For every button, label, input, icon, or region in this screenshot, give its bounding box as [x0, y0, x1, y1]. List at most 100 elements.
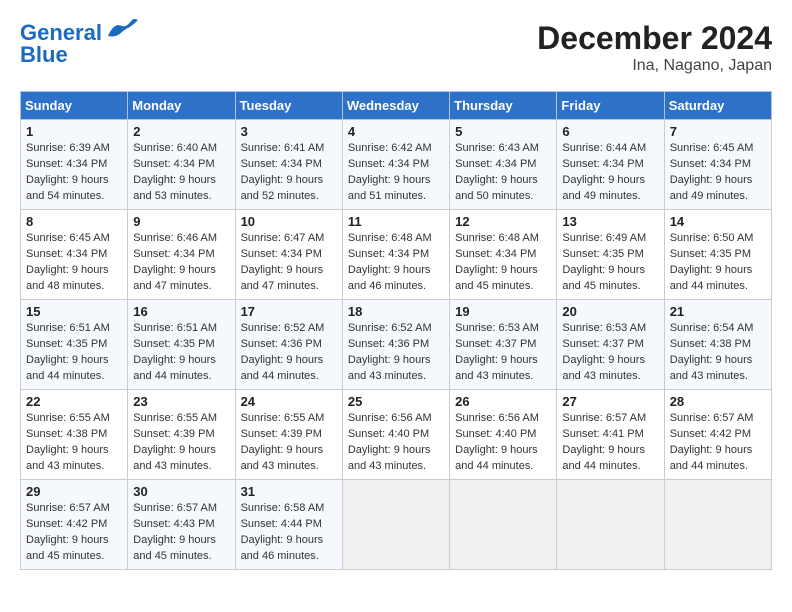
calendar-cell: 25 Sunrise: 6:56 AMSunset: 4:40 PMDayligh…	[342, 390, 449, 480]
day-number: 24	[241, 394, 337, 409]
day-detail: Sunrise: 6:43 AMSunset: 4:34 PMDaylight:…	[455, 141, 551, 205]
header-wednesday: Wednesday	[342, 92, 449, 120]
day-number: 9	[133, 214, 229, 229]
page-title: December 2024	[537, 20, 772, 57]
calendar-cell: 12 Sunrise: 6:48 AMSunset: 4:34 PMDayligh…	[450, 210, 557, 300]
day-number: 20	[562, 304, 658, 319]
day-number: 7	[670, 124, 766, 139]
calendar-cell: 8 Sunrise: 6:45 AMSunset: 4:34 PMDaylight…	[21, 210, 128, 300]
day-detail: Sunrise: 6:55 AMSunset: 4:38 PMDaylight:…	[26, 411, 122, 475]
day-number: 18	[348, 304, 444, 319]
day-number: 27	[562, 394, 658, 409]
day-detail: Sunrise: 6:54 AMSunset: 4:38 PMDaylight:…	[670, 321, 766, 385]
week-row-4: 22 Sunrise: 6:55 AMSunset: 4:38 PMDayligh…	[21, 390, 772, 480]
week-row-5: 29 Sunrise: 6:57 AMSunset: 4:42 PMDayligh…	[21, 480, 772, 570]
day-detail: Sunrise: 6:56 AMSunset: 4:40 PMDaylight:…	[348, 411, 444, 475]
day-number: 31	[241, 484, 337, 499]
day-detail: Sunrise: 6:39 AMSunset: 4:34 PMDaylight:…	[26, 141, 122, 205]
day-number: 22	[26, 394, 122, 409]
day-number: 15	[26, 304, 122, 319]
header-monday: Monday	[128, 92, 235, 120]
title-block: December 2024 Ina, Nagano, Japan	[537, 20, 772, 75]
calendar-cell: 7Sunrise: 6:45 AMSunset: 4:34 PMDaylight…	[664, 120, 771, 210]
logo: General Blue	[20, 20, 140, 68]
day-detail: Sunrise: 6:55 AMSunset: 4:39 PMDaylight:…	[241, 411, 337, 475]
logo-bird-icon	[104, 18, 140, 40]
week-row-3: 15 Sunrise: 6:51 AMSunset: 4:35 PMDayligh…	[21, 300, 772, 390]
calendar-cell: 29 Sunrise: 6:57 AMSunset: 4:42 PMDayligh…	[21, 480, 128, 570]
calendar-cell: 20Sunrise: 6:53 AMSunset: 4:37 PMDayligh…	[557, 300, 664, 390]
header-saturday: Saturday	[664, 92, 771, 120]
week-row-1: 1Sunrise: 6:39 AMSunset: 4:34 PMDaylight…	[21, 120, 772, 210]
day-detail: Sunrise: 6:48 AMSunset: 4:34 PMDaylight:…	[348, 231, 444, 295]
calendar-cell: 31 Sunrise: 6:58 AMSunset: 4:44 PMDayligh…	[235, 480, 342, 570]
page-header: General Blue December 2024 Ina, Nagano, …	[20, 20, 772, 75]
logo-blue: Blue	[20, 42, 68, 68]
calendar-cell: 13 Sunrise: 6:49 AMSunset: 4:35 PMDayligh…	[557, 210, 664, 300]
calendar-cell: 6Sunrise: 6:44 AMSunset: 4:34 PMDaylight…	[557, 120, 664, 210]
day-detail: Sunrise: 6:44 AMSunset: 4:34 PMDaylight:…	[562, 141, 658, 205]
calendar-cell: 11 Sunrise: 6:48 AMSunset: 4:34 PMDayligh…	[342, 210, 449, 300]
day-number: 28	[670, 394, 766, 409]
day-detail: Sunrise: 6:47 AMSunset: 4:34 PMDaylight:…	[241, 231, 337, 295]
day-detail: Sunrise: 6:50 AMSunset: 4:35 PMDaylight:…	[670, 231, 766, 295]
day-detail: Sunrise: 6:55 AMSunset: 4:39 PMDaylight:…	[133, 411, 229, 475]
calendar-cell	[664, 480, 771, 570]
calendar-cell: 17Sunrise: 6:52 AMSunset: 4:36 PMDayligh…	[235, 300, 342, 390]
day-number: 11	[348, 214, 444, 229]
calendar-cell	[342, 480, 449, 570]
calendar-cell: 5 Sunrise: 6:43 AMSunset: 4:34 PMDaylight…	[450, 120, 557, 210]
header-thursday: Thursday	[450, 92, 557, 120]
day-number: 29	[26, 484, 122, 499]
calendar-cell: 30Sunrise: 6:57 AMSunset: 4:43 PMDayligh…	[128, 480, 235, 570]
calendar-cell: 15Sunrise: 6:51 AMSunset: 4:35 PMDayligh…	[21, 300, 128, 390]
day-detail: Sunrise: 6:51 AMSunset: 4:35 PMDaylight:…	[133, 321, 229, 385]
calendar-header-row: SundayMondayTuesdayWednesdayThursdayFrid…	[21, 92, 772, 120]
day-number: 2	[133, 124, 229, 139]
day-detail: Sunrise: 6:58 AMSunset: 4:44 PMDaylight:…	[241, 501, 337, 565]
day-detail: Sunrise: 6:56 AMSunset: 4:40 PMDaylight:…	[455, 411, 551, 475]
calendar-cell: 9 Sunrise: 6:46 AMSunset: 4:34 PMDaylight…	[128, 210, 235, 300]
calendar-cell: 26 Sunrise: 6:56 AMSunset: 4:40 PMDayligh…	[450, 390, 557, 480]
calendar-cell: 3Sunrise: 6:41 AMSunset: 4:34 PMDaylight…	[235, 120, 342, 210]
calendar-table: SundayMondayTuesdayWednesdayThursdayFrid…	[20, 91, 772, 570]
day-detail: Sunrise: 6:42 AMSunset: 4:34 PMDaylight:…	[348, 141, 444, 205]
calendar-cell: 21 Sunrise: 6:54 AMSunset: 4:38 PMDayligh…	[664, 300, 771, 390]
day-number: 8	[26, 214, 122, 229]
day-number: 5	[455, 124, 551, 139]
calendar-cell: 1Sunrise: 6:39 AMSunset: 4:34 PMDaylight…	[21, 120, 128, 210]
day-number: 25	[348, 394, 444, 409]
day-number: 14	[670, 214, 766, 229]
page-subtitle: Ina, Nagano, Japan	[537, 57, 772, 75]
day-detail: Sunrise: 6:57 AMSunset: 4:42 PMDaylight:…	[26, 501, 122, 565]
day-number: 21	[670, 304, 766, 319]
day-detail: Sunrise: 6:46 AMSunset: 4:34 PMDaylight:…	[133, 231, 229, 295]
calendar-cell: 16 Sunrise: 6:51 AMSunset: 4:35 PMDayligh…	[128, 300, 235, 390]
day-detail: Sunrise: 6:57 AMSunset: 4:43 PMDaylight:…	[133, 501, 229, 565]
day-number: 12	[455, 214, 551, 229]
calendar-cell: 23Sunrise: 6:55 AMSunset: 4:39 PMDayligh…	[128, 390, 235, 480]
calendar-cell: 24 Sunrise: 6:55 AMSunset: 4:39 PMDayligh…	[235, 390, 342, 480]
day-detail: Sunrise: 6:52 AMSunset: 4:36 PMDaylight:…	[241, 321, 337, 385]
calendar-cell: 18 Sunrise: 6:52 AMSunset: 4:36 PMDayligh…	[342, 300, 449, 390]
calendar-cell: 19 Sunrise: 6:53 AMSunset: 4:37 PMDayligh…	[450, 300, 557, 390]
header-tuesday: Tuesday	[235, 92, 342, 120]
day-detail: Sunrise: 6:53 AMSunset: 4:37 PMDaylight:…	[455, 321, 551, 385]
calendar-cell: 27 Sunrise: 6:57 AMSunset: 4:41 PMDayligh…	[557, 390, 664, 480]
calendar-cell	[557, 480, 664, 570]
day-detail: Sunrise: 6:49 AMSunset: 4:35 PMDaylight:…	[562, 231, 658, 295]
day-number: 19	[455, 304, 551, 319]
header-friday: Friday	[557, 92, 664, 120]
day-detail: Sunrise: 6:48 AMSunset: 4:34 PMDaylight:…	[455, 231, 551, 295]
day-detail: Sunrise: 6:52 AMSunset: 4:36 PMDaylight:…	[348, 321, 444, 385]
day-detail: Sunrise: 6:57 AMSunset: 4:41 PMDaylight:…	[562, 411, 658, 475]
calendar-cell: 4Sunrise: 6:42 AMSunset: 4:34 PMDaylight…	[342, 120, 449, 210]
calendar-cell: 2 Sunrise: 6:40 AMSunset: 4:34 PMDaylight…	[128, 120, 235, 210]
day-detail: Sunrise: 6:40 AMSunset: 4:34 PMDaylight:…	[133, 141, 229, 205]
day-number: 16	[133, 304, 229, 319]
day-detail: Sunrise: 6:45 AMSunset: 4:34 PMDaylight:…	[26, 231, 122, 295]
day-number: 13	[562, 214, 658, 229]
day-detail: Sunrise: 6:57 AMSunset: 4:42 PMDaylight:…	[670, 411, 766, 475]
calendar-cell: 14 Sunrise: 6:50 AMSunset: 4:35 PMDayligh…	[664, 210, 771, 300]
day-number: 26	[455, 394, 551, 409]
